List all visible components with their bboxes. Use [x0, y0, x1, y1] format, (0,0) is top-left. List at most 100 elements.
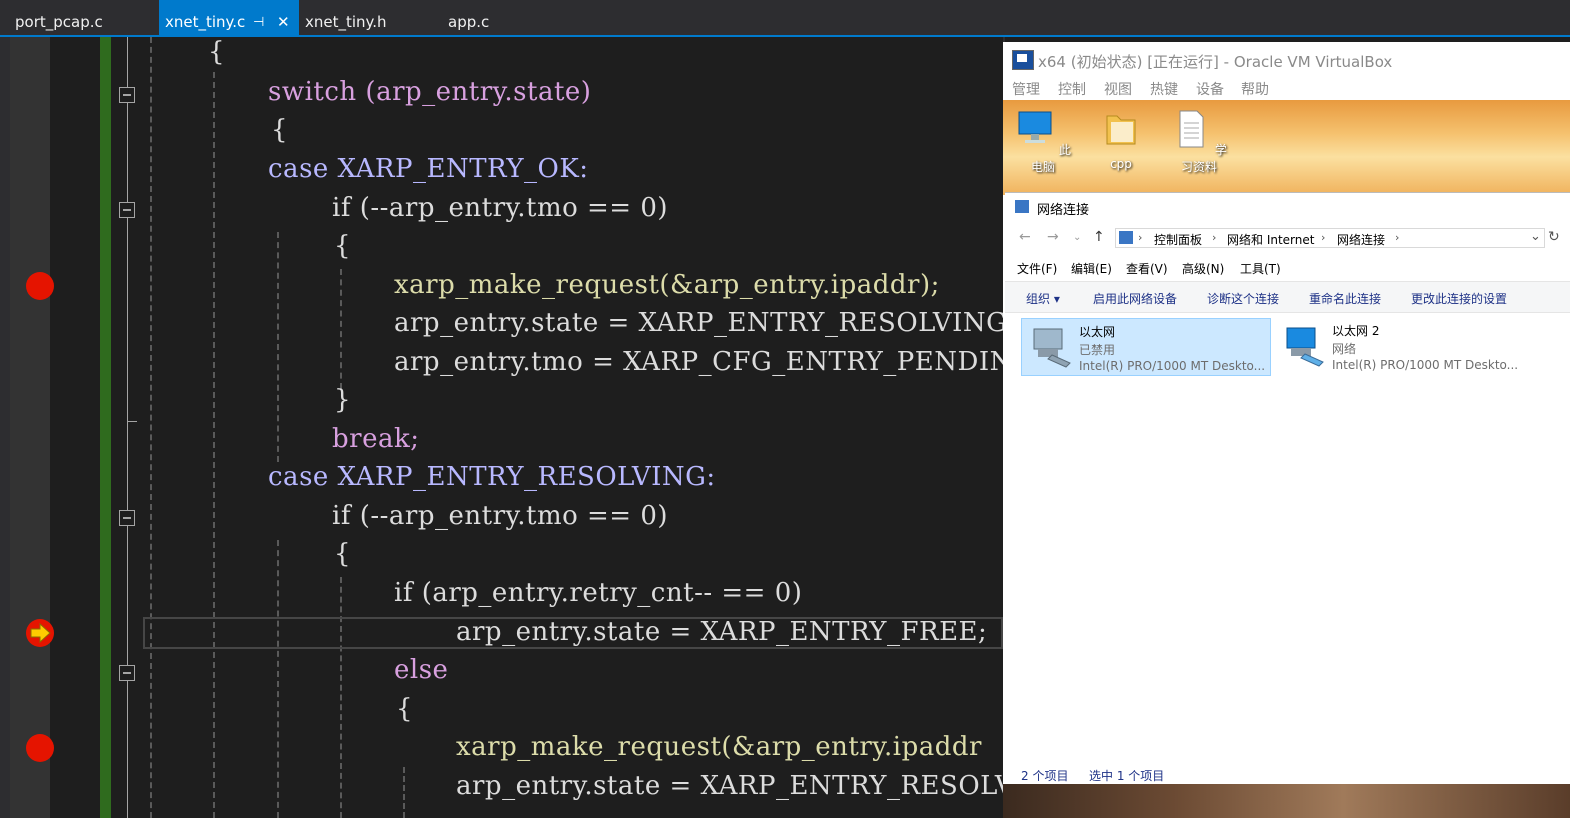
desktop-icon-cpp[interactable]: cpp	[1091, 108, 1151, 171]
up-arrow-icon[interactable]: ↑	[1093, 229, 1105, 245]
window-title-bar[interactable]: x64 (初始状态) [正在运行] - Oracle VM VirtualBox	[1003, 42, 1570, 76]
code-line[interactable]: arp_entry.state = XARP_ENTRY_RESOLVING;	[394, 308, 1003, 338]
change-settings-button[interactable]: 更改此连接的设置	[1411, 290, 1507, 307]
address-bar[interactable]: › 控制面板 › 网络和 Internet › 网络连接 › ⌄	[1115, 228, 1545, 248]
code-line[interactable]: {	[396, 694, 413, 724]
code-line-text: case XARP_ENTRY_OK:	[268, 154, 589, 184]
tab-port-pcap-c[interactable]: port_pcap.c	[15, 0, 155, 35]
breadcrumb-separator-icon: ›	[1138, 231, 1143, 244]
adapter-name: 以太网 2	[1332, 324, 1380, 338]
code-line[interactable]: {	[334, 539, 351, 569]
guest-desktop[interactable]: 此电脑 cpp 学习资料	[1003, 100, 1570, 195]
window-title-bar[interactable]: 网络连接	[1005, 193, 1570, 221]
code-line[interactable]: arp_entry.state = XARP_ENTRY_FREE;	[456, 617, 987, 647]
code-line[interactable]: xarp_make_request(&arp_entry.ipaddr);	[394, 270, 940, 300]
code-line-text: switch (arp_entry.state)	[268, 77, 592, 107]
code-line[interactable]: switch (arp_entry.state)	[268, 77, 591, 107]
tab-label: app.c	[448, 13, 490, 31]
diagnose-connection-button[interactable]: 诊断这个连接	[1207, 290, 1279, 307]
rename-connection-button[interactable]: 重命名此连接	[1309, 290, 1381, 307]
vbox-menu-bar: 管理 控制 视图 热键 设备 帮助	[1003, 76, 1570, 100]
change-tracking-bar	[100, 37, 111, 818]
recent-dropdown-icon[interactable]: ⌄	[1073, 232, 1081, 243]
enable-device-button[interactable]: 启用此网络设备	[1093, 290, 1177, 307]
network-connections-window[interactable]: 网络连接 ← → ⌄ ↑ › 控制面板 › 网络和 Internet › 网络连…	[1005, 192, 1570, 785]
indent-guide	[277, 232, 279, 462]
code-line-text: arp_entry.state = XARP_ENTRY_RESOLV	[456, 771, 1003, 801]
code-line[interactable]: }	[334, 385, 351, 415]
code-line[interactable]: xarp_make_request(&arp_entry.ipaddr	[456, 732, 982, 762]
code-editor[interactable]: { switch (arp_entry.state) { case XARP_E…	[0, 37, 1003, 818]
adapter-status: 已禁用	[1079, 343, 1116, 357]
breadcrumb-separator-icon: ›	[1212, 231, 1217, 244]
code-line[interactable]: if (arp_entry.retry_cnt-- == 0)	[394, 578, 802, 608]
breakpoint-icon[interactable]	[26, 734, 54, 762]
collapse-icon[interactable]	[119, 510, 135, 526]
code-line[interactable]: {	[208, 37, 225, 67]
indent-guide	[340, 269, 342, 389]
menu-edit[interactable]: 编辑(E)	[1071, 260, 1112, 277]
back-arrow-icon[interactable]: ←	[1019, 229, 1031, 245]
address-dropdown-icon[interactable]: ⌄	[1530, 229, 1541, 244]
tab-xnet-tiny-c[interactable]: xnet_tiny.c ⊣ ✕	[159, 0, 299, 35]
window-title: 网络连接	[1037, 203, 1090, 218]
breadcrumb-network-connections[interactable]: 网络连接	[1337, 231, 1385, 248]
menu-hotkeys[interactable]: 热键	[1150, 79, 1178, 99]
menu-advanced[interactable]: 高级(N)	[1182, 260, 1224, 277]
collapse-icon[interactable]	[119, 202, 135, 218]
indent-guide	[403, 767, 405, 818]
forward-arrow-icon[interactable]: →	[1047, 229, 1059, 245]
indent-guide	[150, 37, 152, 818]
desktop-icon-this-pc[interactable]: 此电脑	[1013, 108, 1073, 175]
menu-view[interactable]: 视图	[1104, 79, 1132, 99]
code-line[interactable]: arp_entry.tmo = XARP_CFG_ENTRY_PENDING_	[394, 347, 1003, 377]
virtualbox-window[interactable]: x64 (初始状态) [正在运行] - Oracle VM VirtualBox…	[1003, 42, 1570, 818]
adapter-ethernet[interactable]: 以太网 已禁用 Intel(R) PRO/1000 MT Deskto...	[1021, 318, 1271, 376]
network-adapter-icon	[1033, 328, 1071, 368]
breakpoint-icon[interactable]	[26, 272, 54, 300]
code-line[interactable]: arp_entry.state = XARP_ENTRY_RESOLV	[456, 771, 1003, 801]
glyph-margin[interactable]	[10, 37, 54, 818]
control-panel-icon	[1119, 231, 1133, 244]
collapse-icon[interactable]	[119, 87, 135, 103]
code-line[interactable]: {	[334, 231, 351, 261]
breadcrumb-control-panel[interactable]: 控制面板	[1154, 231, 1202, 248]
refresh-icon[interactable]: ↻	[1548, 229, 1560, 245]
adapter-device: Intel(R) PRO/1000 MT Deskto...	[1332, 358, 1519, 372]
menu-manage[interactable]: 管理	[1012, 79, 1040, 99]
code-line[interactable]: if (--arp_entry.tmo == 0)	[332, 193, 668, 223]
tab-label: port_pcap.c	[15, 13, 103, 31]
organize-button[interactable]: 组织 ▾	[1026, 290, 1060, 307]
code-line[interactable]: else	[394, 655, 448, 685]
menu-view[interactable]: 查看(V)	[1126, 260, 1168, 277]
code-line[interactable]: break;	[332, 424, 419, 454]
fold-line	[127, 681, 128, 818]
tab-xnet-tiny-h[interactable]: xnet_tiny.h	[305, 0, 435, 35]
code-line-text: xarp_make_request(&arp_entry.ipaddr);	[394, 270, 940, 300]
tab-app-c[interactable]: app.c	[448, 0, 528, 35]
menu-help[interactable]: 帮助	[1241, 79, 1269, 99]
menu-devices[interactable]: 设备	[1196, 79, 1224, 99]
breadcrumb-network-internet[interactable]: 网络和 Internet	[1227, 231, 1314, 248]
indent-guide	[213, 72, 215, 818]
fold-end-tick	[127, 421, 137, 422]
menu-tools[interactable]: 工具(T)	[1240, 260, 1281, 277]
code-line[interactable]: {	[271, 115, 288, 145]
menu-file[interactable]: 文件(F)	[1017, 260, 1057, 277]
network-connections-icon	[1015, 200, 1029, 213]
fold-line	[127, 526, 128, 665]
code-line-text: if (arp_entry.retry_cnt-- == 0)	[394, 578, 803, 608]
file-menu-bar: 文件(F) 编辑(E) 查看(V) 高级(N) 工具(T)	[1005, 257, 1570, 279]
code-line[interactable]: case XARP_ENTRY_OK:	[268, 154, 589, 184]
code-line[interactable]: case XARP_ENTRY_RESOLVING:	[268, 462, 716, 492]
code-line-text: break;	[332, 424, 420, 454]
adapter-name: 以太网	[1079, 325, 1116, 339]
code-line-text: arp_entry.state = XARP_ENTRY_FREE;	[456, 617, 988, 647]
adapter-ethernet-2[interactable]: 以太网 2 网络 Intel(R) PRO/1000 MT Deskto...	[1275, 318, 1525, 376]
code-line[interactable]: if (--arp_entry.tmo == 0)	[332, 501, 668, 531]
current-statement-breakpoint-icon[interactable]	[26, 619, 54, 647]
desktop-icon-study[interactable]: 学习资料	[1169, 108, 1229, 175]
menu-control[interactable]: 控制	[1058, 79, 1086, 99]
editor-left-strip	[0, 37, 10, 818]
collapse-icon[interactable]	[119, 665, 135, 681]
